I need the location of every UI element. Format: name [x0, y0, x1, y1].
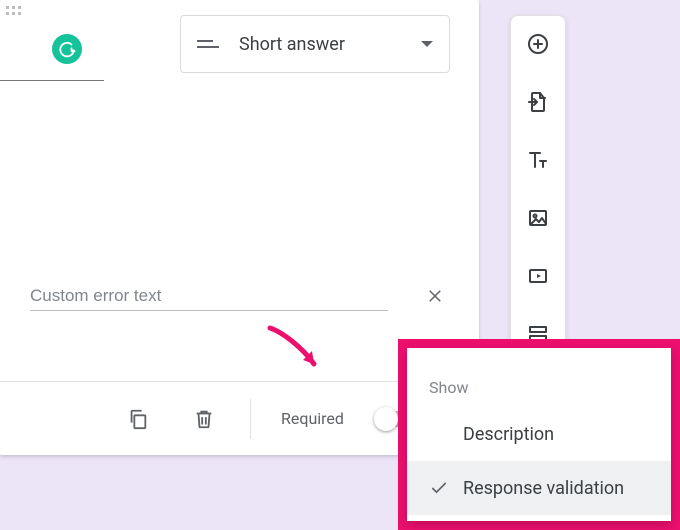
checkmark-icon — [429, 478, 463, 498]
duplicate-icon — [127, 408, 149, 430]
menu-header: Show — [407, 368, 671, 407]
question-type-label: Short answer — [239, 34, 345, 55]
duplicate-button[interactable] — [118, 399, 158, 439]
error-text-row — [30, 278, 453, 314]
question-title-underline — [0, 80, 104, 81]
menu-item-response-validation[interactable]: Response validation — [407, 461, 671, 515]
add-question-button[interactable] — [518, 24, 558, 64]
menu-item-description[interactable]: Description — [407, 407, 671, 461]
plus-circle-icon — [526, 32, 550, 56]
add-image-button[interactable] — [518, 198, 558, 238]
more-options-menu: Show Description Response validation — [407, 348, 671, 521]
menu-item-label: Description — [463, 424, 649, 445]
image-icon — [526, 206, 550, 230]
chevron-down-icon — [421, 41, 433, 47]
footer-divider — [250, 399, 251, 439]
toggle-knob — [374, 407, 398, 431]
close-icon — [426, 287, 444, 305]
add-title-button[interactable] — [518, 140, 558, 180]
delete-button[interactable] — [184, 399, 224, 439]
section-icon — [526, 322, 550, 346]
grammarly-icon[interactable] — [52, 34, 82, 64]
add-video-button[interactable] — [518, 256, 558, 296]
custom-error-input[interactable] — [30, 282, 388, 311]
trash-icon — [193, 408, 215, 430]
import-icon — [526, 90, 550, 114]
import-questions-button[interactable] — [518, 82, 558, 122]
short-answer-icon — [197, 40, 219, 48]
clear-error-button[interactable] — [417, 278, 453, 314]
video-icon — [526, 264, 550, 288]
question-type-dropdown[interactable]: Short answer — [180, 15, 450, 73]
side-toolbar — [510, 15, 566, 363]
drag-handle-icon[interactable] — [6, 6, 24, 15]
title-icon — [526, 148, 550, 172]
menu-item-label: Response validation — [463, 478, 649, 499]
required-label: Required — [281, 409, 344, 428]
